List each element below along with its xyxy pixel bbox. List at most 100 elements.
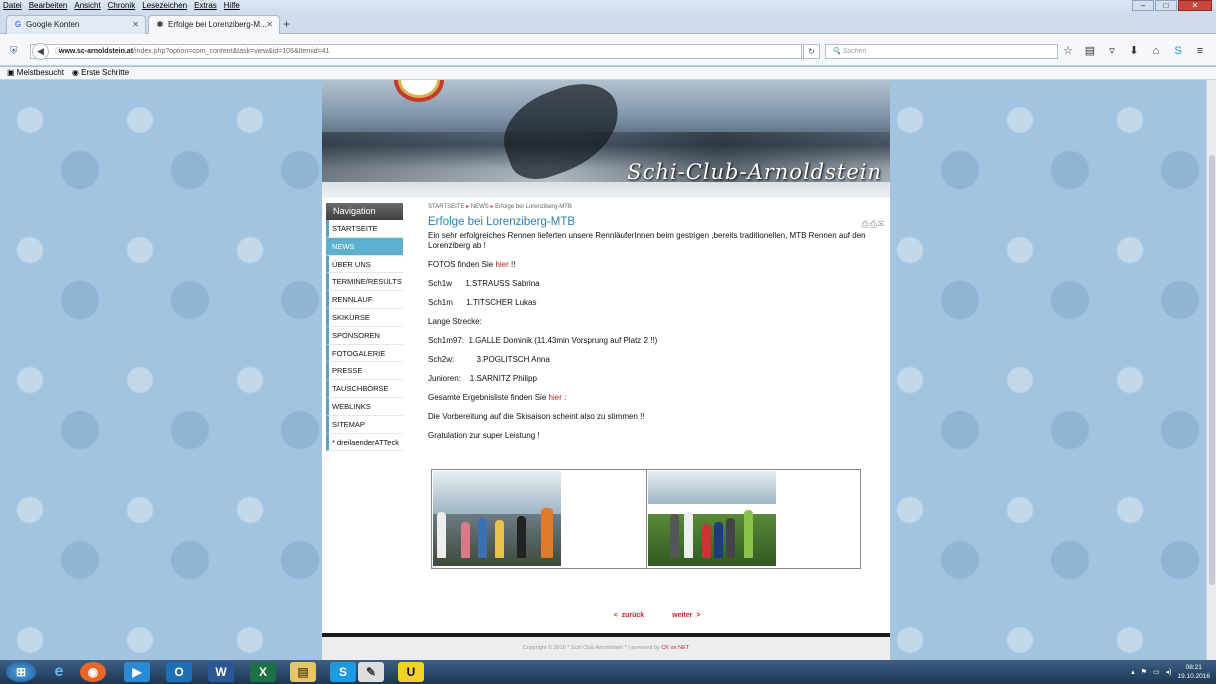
snowflake-icon: ❄ <box>156 20 164 29</box>
search-placeholder: Suchen <box>842 48 867 55</box>
start-button[interactable]: ⊞ <box>6 662 36 682</box>
ergebnisliste-suffix: : <box>561 393 567 402</box>
email-icon[interactable]: ✉ <box>878 219 885 229</box>
paint-icon[interactable]: ✎ <box>358 662 384 682</box>
word-icon[interactable]: W <box>208 662 234 682</box>
clock-date: 19.10.2016 <box>1177 673 1210 680</box>
new-tab-button[interactable]: + <box>283 16 290 32</box>
ergebnisliste-line: Gesamte Ergebnisliste finden Sie hier : <box>428 393 886 403</box>
url-bar[interactable]: www.sc-arnoldstein.at/index.php?option=c… <box>30 44 802 59</box>
page-viewport: Schi-Club-Arnoldstein Navigation STARTSE… <box>0 80 1216 660</box>
tab-google-konten[interactable]: G Google Konten ✕ <box>6 15 146 34</box>
nav-item-tauschboerse[interactable]: TAUSCHBÖRSE <box>326 380 403 398</box>
nav-item-ueber-uns[interactable]: ÜBER UNS <box>326 255 403 274</box>
menu-bearbeiten[interactable]: Bearbeiten <box>29 0 68 12</box>
club-logo[interactable] <box>394 80 444 102</box>
url-path: /index.php?option=com_content&task=view&… <box>133 48 330 55</box>
nav-item-fotogalerie[interactable]: FOTOGALERIE <box>326 344 403 363</box>
url-host: www.sc-arnoldstein.at <box>59 48 134 55</box>
nav-item-sponsoren[interactable]: SPONSOREN <box>326 326 403 345</box>
search-input[interactable]: 🔍 Suchen <box>825 44 1058 59</box>
menu-chronik[interactable]: Chronik <box>108 0 136 12</box>
photo-podium-2[interactable] <box>648 471 776 566</box>
taskbar: ⊞ e ◉ ▶ O W X ▤ S ✎ U ▴ ⚑ ▭ ◂) 08:21 19.… <box>0 660 1216 684</box>
article-tools: ⎙⎙✉ <box>861 217 885 231</box>
article-intro: Ein sehr erfolgreiches Rennen lieferten … <box>428 231 866 250</box>
bookmark-meistbesucht[interactable]: ▣ Meistbesucht <box>7 67 64 79</box>
bookmarks-list-icon[interactable]: ▤ <box>1082 44 1098 59</box>
skype-taskbar-icon[interactable]: S <box>330 662 356 682</box>
prev-link[interactable]: < zurück <box>614 612 645 619</box>
pager: < zurück weiter > <box>428 612 886 619</box>
vorbereitung-line: Die Vorbereitung auf die Skisaison schei… <box>428 412 645 421</box>
skype-icon[interactable]: S <box>1170 44 1186 59</box>
nav-item-skikurse[interactable]: SKIKURSE <box>326 308 403 327</box>
tab-erfolge[interactable]: ❄ Erfolge bei Lorenziberg-M... ✕ <box>148 15 280 34</box>
tab-bar: G Google Konten ✕ ❄ Erfolge bei Lorenziberg… <box>0 12 1216 34</box>
bookmark-star-icon[interactable]: ☆ <box>1060 44 1076 59</box>
tab-label: Google Konten <box>26 20 80 29</box>
bookmark-erste-schritte[interactable]: ◉ Erste Schritte <box>72 67 129 79</box>
outlook-icon[interactable]: O <box>166 662 192 682</box>
back-button[interactable]: ◀ <box>32 43 49 60</box>
nav-item-news[interactable]: NEWS <box>326 237 403 256</box>
menu-hilfe[interactable]: Hilfe <box>224 0 240 12</box>
ergebnisliste-link[interactable]: hier <box>549 393 562 402</box>
gratulation-line: Gratulation zur super Leistung ! <box>428 431 540 440</box>
gallery-divider <box>646 470 647 568</box>
nav-item-rennlauf[interactable]: RENNLAUF <box>326 291 403 309</box>
firefox-icon[interactable]: ◉ <box>80 662 106 682</box>
pdf-icon[interactable]: ⎙ <box>861 219 869 229</box>
print-icon[interactable]: ⎙ <box>870 219 878 229</box>
shield-icon[interactable]: ⛨ <box>10 46 18 57</box>
footer-link[interactable]: CK on NET <box>661 645 689 651</box>
nav-item-dreilaender[interactable]: * dreilaenderATTeck <box>326 433 403 452</box>
maximize-button[interactable]: □ <box>1155 0 1177 11</box>
info-icon[interactable]: ⓘ <box>55 44 63 59</box>
menu-datei[interactable]: Datei <box>3 0 22 12</box>
nav-item-sitemap[interactable]: SITEMAP <box>326 415 403 434</box>
breadcrumb-home[interactable]: STARTSEITE <box>428 204 464 210</box>
flag-icon[interactable]: ⚑ <box>1141 668 1147 676</box>
fotos-text: FOTOS finden Sie <box>428 260 496 269</box>
toolbar-icons: ☆ ▤ ▿ ⬇ ⌂ S ≡ <box>1060 44 1208 59</box>
menu-ansicht[interactable]: Ansicht <box>74 0 100 12</box>
nav-item-weblinks[interactable]: WEBLINKS <box>326 397 403 416</box>
pocket-icon[interactable]: ▿ <box>1104 44 1120 59</box>
close-button[interactable]: ✕ <box>1178 0 1212 11</box>
nav-header: Navigation <box>326 203 403 220</box>
reload-button[interactable]: ↻ <box>803 44 820 59</box>
site-brand: Schi-Club-Arnoldstein <box>627 160 882 184</box>
minimize-button[interactable]: – <box>1132 0 1154 11</box>
volume-icon[interactable]: ◂) <box>1166 668 1172 676</box>
nav-item-startseite[interactable]: STARTSEITE <box>326 220 403 238</box>
site-page: Schi-Club-Arnoldstein Navigation STARTSE… <box>322 80 890 660</box>
breadcrumb-section[interactable]: NEWS <box>471 204 489 210</box>
photo-podium-1[interactable] <box>433 471 561 566</box>
file-explorer-icon[interactable]: ▤ <box>290 662 316 682</box>
clock[interactable]: 08:21 19.10.2016 <box>1177 663 1210 681</box>
close-tab-icon[interactable]: ✕ <box>132 16 139 33</box>
menu-icon[interactable]: ≡ <box>1192 44 1208 59</box>
home-icon[interactable]: ⌂ <box>1148 44 1164 59</box>
vertical-scrollbar[interactable] <box>1206 80 1216 660</box>
menu-lesezeichen[interactable]: Lesezeichen <box>142 0 187 12</box>
excel-icon[interactable]: X <box>250 662 276 682</box>
close-tab-icon[interactable]: ✕ <box>266 16 273 33</box>
nav-item-presse[interactable]: PRESSE <box>326 362 403 381</box>
u-app-icon[interactable]: U <box>398 662 424 682</box>
media-player-icon[interactable]: ▶ <box>124 662 150 682</box>
breadcrumb-arrow-icon: ▸ <box>490 204 494 210</box>
internet-explorer-icon[interactable]: e <box>46 662 72 682</box>
tray-arrow-icon[interactable]: ▴ <box>1131 668 1135 676</box>
menu-extras[interactable]: Extras <box>194 0 217 12</box>
network-icon[interactable]: ▭ <box>1153 668 1160 676</box>
article-title: Erfolge bei Lorenziberg-MTB ⎙⎙✉ <box>428 215 886 231</box>
breadcrumb-current: Erfolge bei Lorenziberg-MTB <box>495 204 572 210</box>
fotos-link[interactable]: hier <box>495 260 508 269</box>
nav-item-termine-results[interactable]: TERMINE/RESULTS <box>326 273 403 292</box>
fotos-line: FOTOS finden Sie hier !! <box>428 260 886 270</box>
scrollbar-thumb[interactable] <box>1209 155 1215 585</box>
next-link[interactable]: weiter > <box>672 612 700 619</box>
download-icon[interactable]: ⬇ <box>1126 44 1142 59</box>
